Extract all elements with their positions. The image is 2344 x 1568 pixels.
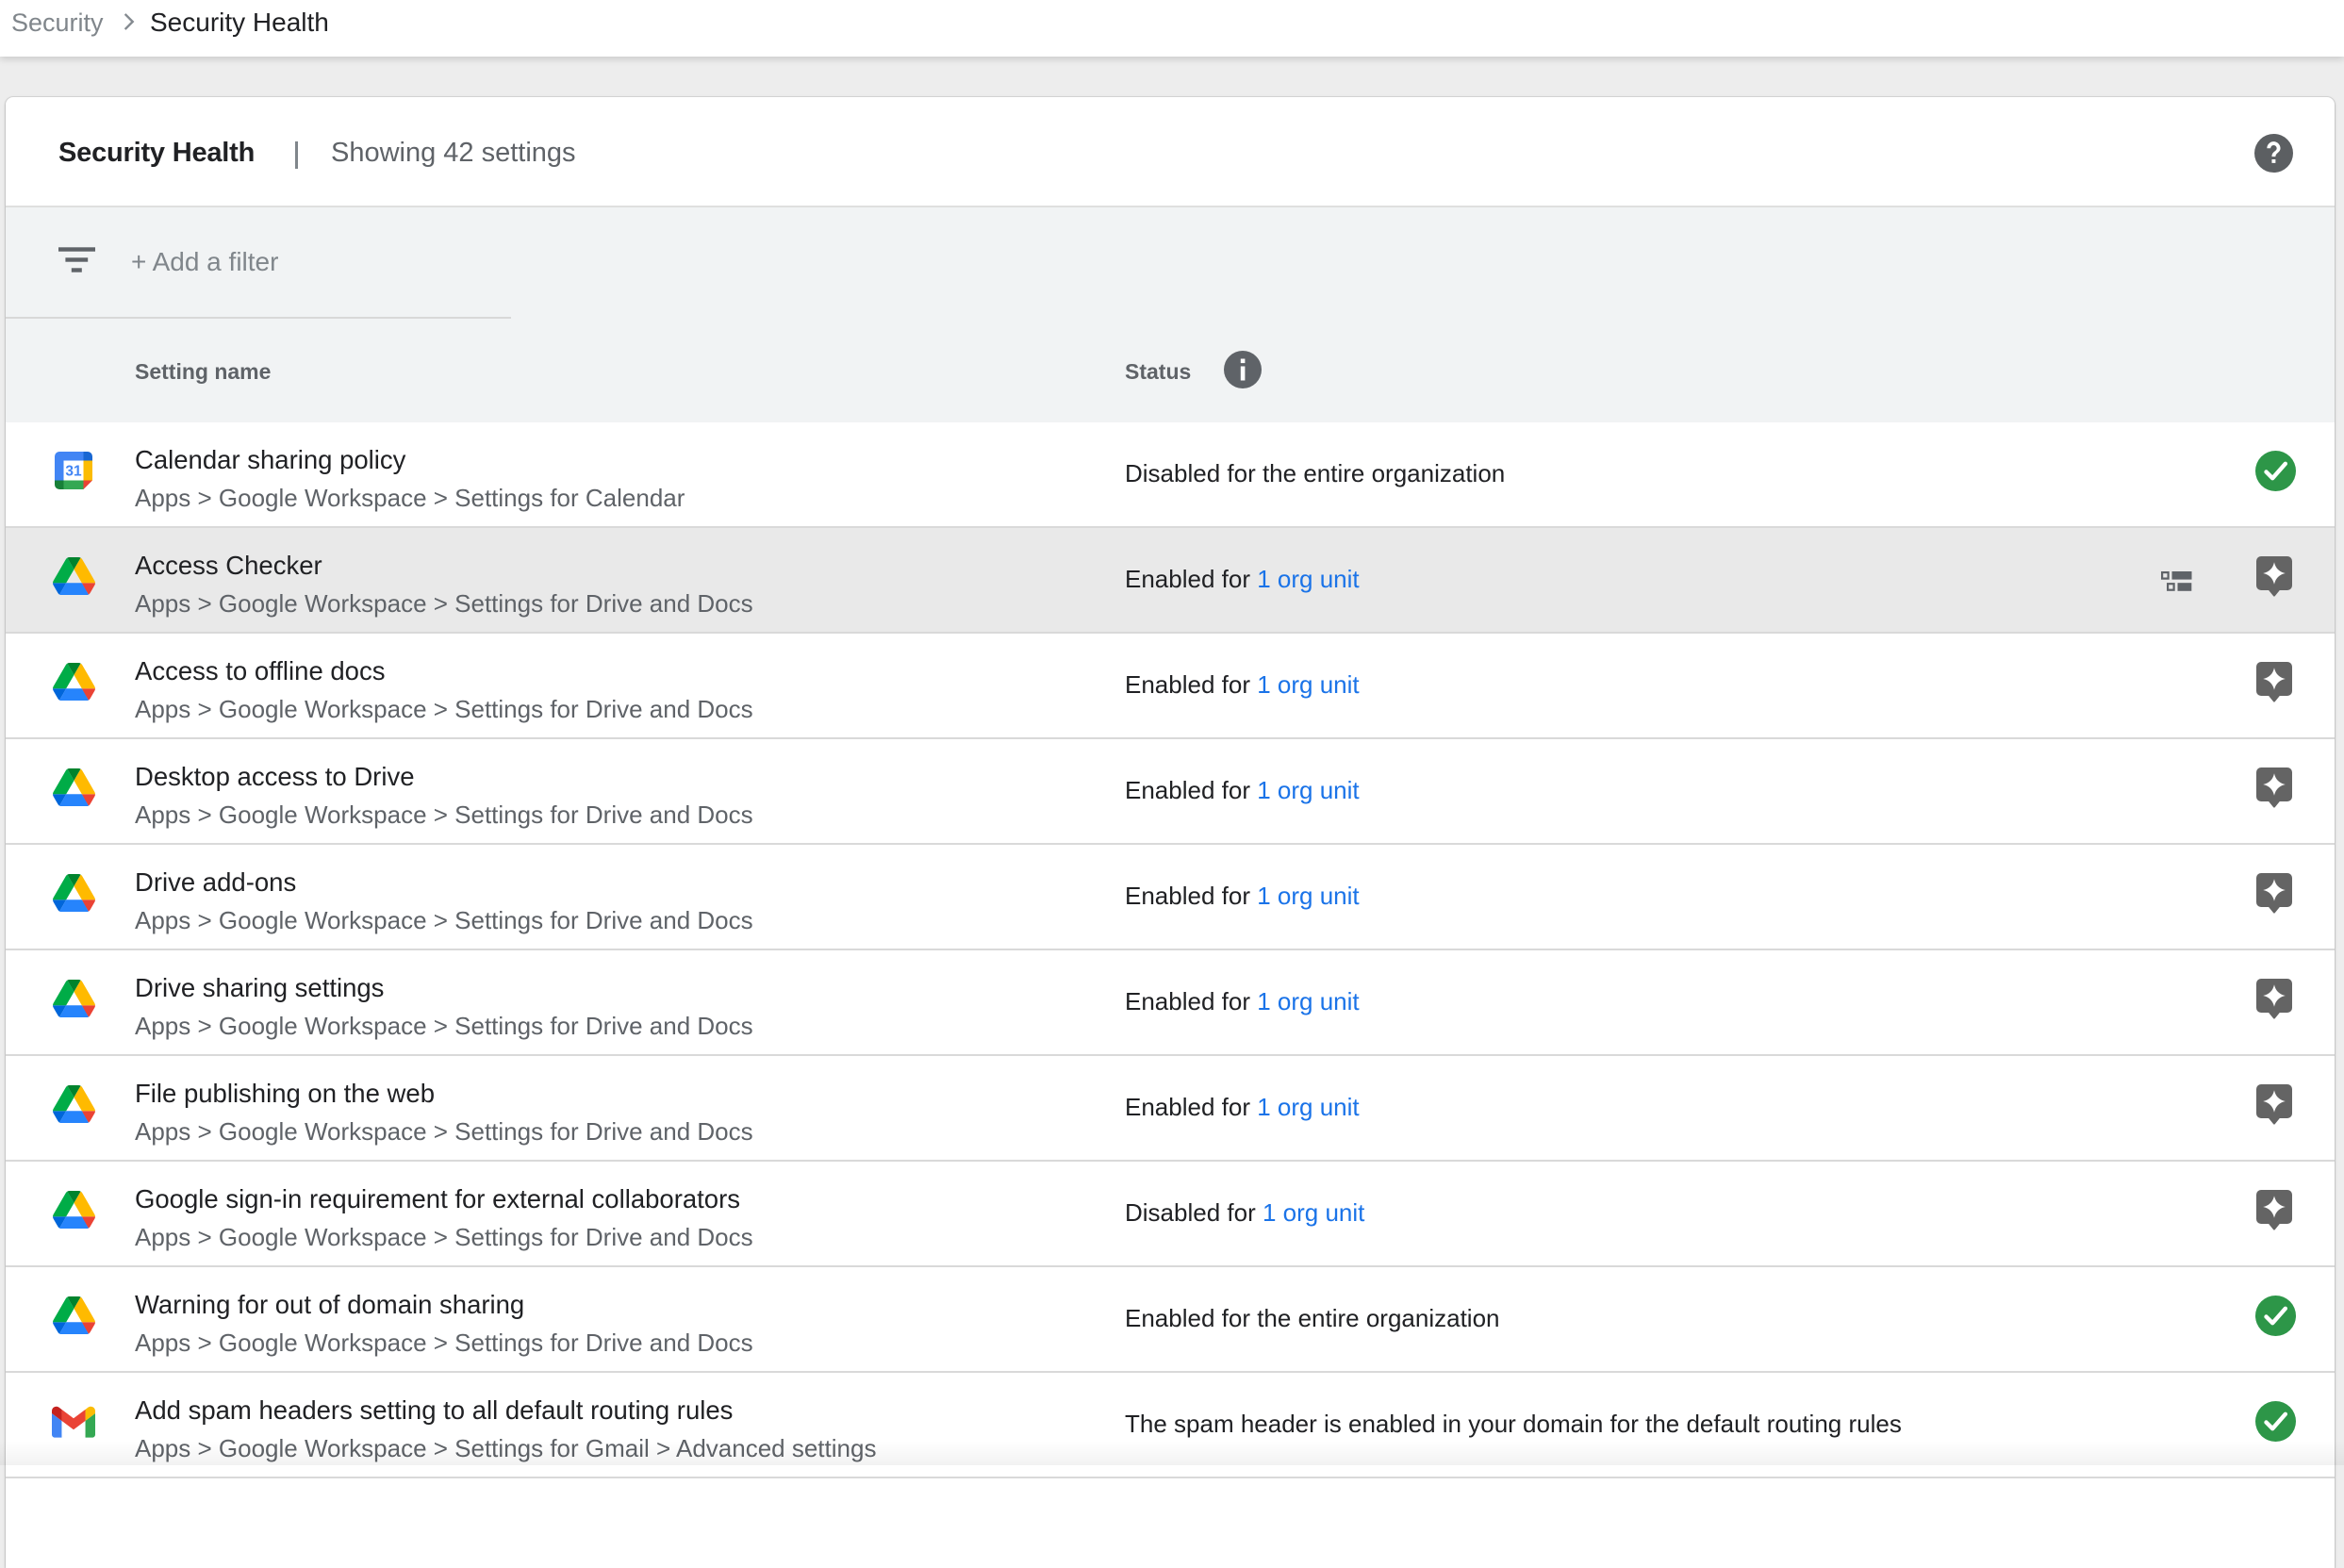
svg-text:31: 31	[65, 464, 82, 480]
